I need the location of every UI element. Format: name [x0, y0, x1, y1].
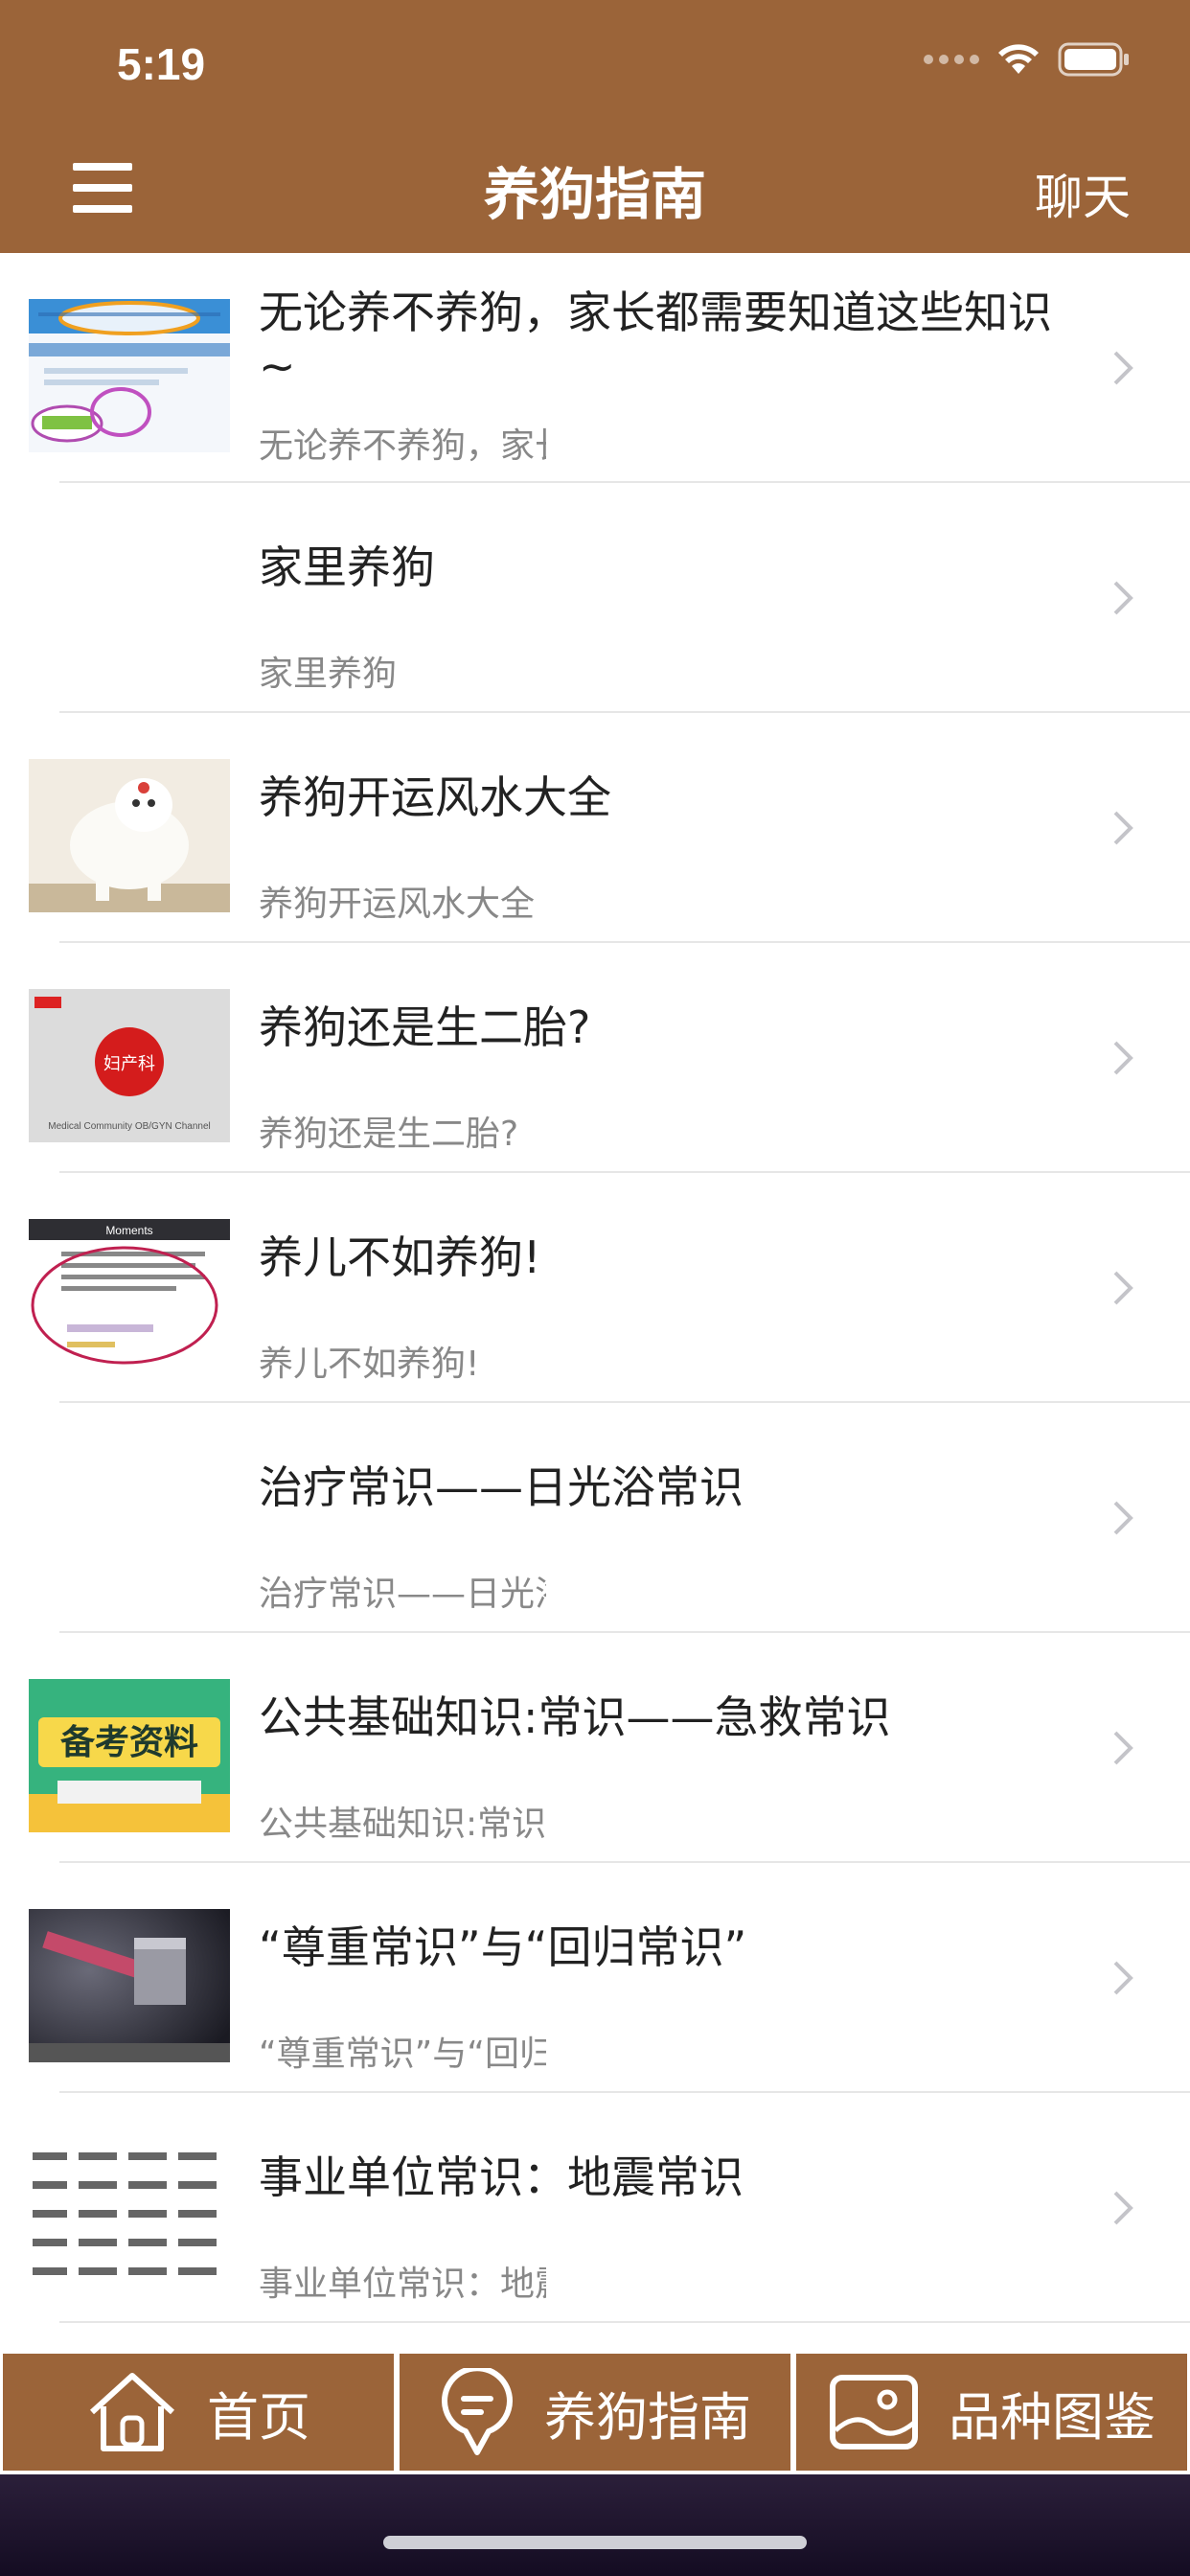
tab-bar: 首页 养狗指南 品种图鉴 — [0, 2350, 1190, 2474]
chevron-right-icon — [1113, 2191, 1133, 2225]
article-subtitle: 家里养狗 — [259, 655, 398, 694]
list-item[interactable]: 备考资料 公共基础知识:常识——急救常识 公共基础知识:常识 — [0, 1633, 1190, 1863]
cellular-signal-icon — [924, 55, 979, 64]
list-item[interactable]: 养狗开运风水大全 养狗开运风水大全 — [0, 713, 1190, 943]
chevron-right-icon — [1113, 1501, 1133, 1535]
chevron-right-icon — [1113, 811, 1133, 845]
tab-home[interactable]: 首页 — [3, 2354, 394, 2471]
article-title: 养狗开运风水大全 — [259, 771, 611, 823]
list-item[interactable]: 事业单位常识：地震常识 事业单位常识：地震 — [0, 2093, 1190, 2323]
home-indicator[interactable] — [383, 2536, 807, 2549]
status-indicators — [924, 42, 1131, 77]
list-item[interactable]: 无论养不养狗，家长都需要知道这些知识~ 无论养不养狗，家长 — [0, 253, 1190, 483]
article-thumbnail: 备考资料 — [29, 1679, 230, 1832]
article-title: 养狗还是生二胎? — [259, 1001, 591, 1053]
article-subtitle: 养狗开运风水大全 — [259, 885, 536, 924]
guide-pin-icon — [442, 2368, 513, 2455]
moments-header: Moments — [105, 1224, 152, 1237]
chevron-right-icon — [1113, 581, 1133, 615]
article-thumbnail — [29, 2139, 230, 2292]
article-subtitle: “尊重常识”与“回归 — [259, 2035, 546, 2074]
article-thumbnail: 妇产科 Medical Community OB/GYN Channel — [29, 989, 230, 1142]
medical-logo-text: 妇产科 — [103, 1054, 155, 1074]
home-indicator-area — [0, 2474, 1190, 2576]
article-title: 事业单位常识：地震常识 — [259, 2151, 744, 2203]
tab-guide[interactable]: 养狗指南 — [400, 2354, 790, 2471]
article-title: 公共基础知识:常识——急救常识 — [259, 1691, 891, 1743]
battery-icon — [1058, 42, 1131, 77]
list-item[interactable]: “尊重常识”与“回归常识” “尊重常识”与“回归 — [0, 1863, 1190, 2093]
chevron-right-icon — [1113, 351, 1133, 385]
article-thumbnail — [29, 1909, 230, 2062]
tab-label: 养狗指南 — [544, 2386, 751, 2448]
article-list: 无论养不养狗，家长都需要知道这些知识~ 无论养不养狗，家长 家里养狗 家里养狗 — [0, 253, 1190, 2323]
article-title: 养儿不如养狗! — [259, 1231, 541, 1283]
article-subtitle: 养狗还是生二胎? — [259, 1115, 519, 1154]
article-title: 无论养不养狗，家长都需要知道这些知识~ — [259, 287, 1052, 392]
article-thumbnail — [29, 759, 230, 912]
tab-breeds[interactable]: 品种图鉴 — [796, 2354, 1187, 2471]
top-bar: 5:19 养狗指南 聊天 — [0, 0, 1190, 253]
list-item[interactable]: 家里养狗 家里养狗 — [0, 483, 1190, 713]
picture-icon — [830, 2375, 918, 2450]
article-subtitle: 养儿不如养狗! — [259, 1345, 480, 1384]
tab-label: 品种图鉴 — [949, 2386, 1156, 2448]
article-subtitle: 无论养不养狗，家长 — [259, 426, 546, 466]
chevron-right-icon — [1113, 1271, 1133, 1305]
chevron-right-icon — [1113, 1731, 1133, 1765]
article-title: 治疗常识——日光浴常识 — [259, 1461, 744, 1513]
wifi-icon — [996, 43, 1041, 76]
article-subtitle: 公共基础知识:常识 — [259, 1805, 546, 1844]
list-item[interactable]: Moments 养儿不如养狗! 养儿不如养狗! — [0, 1173, 1190, 1403]
article-title: “尊重常识”与“回归常识” — [259, 1921, 747, 1973]
chevron-right-icon — [1113, 1961, 1133, 1995]
article-thumbnail: Moments — [29, 1219, 230, 1372]
home-icon — [89, 2373, 175, 2451]
article-thumbnail — [29, 299, 230, 452]
status-time: 5:19 — [117, 39, 206, 89]
tab-label: 首页 — [207, 2386, 310, 2448]
list-item[interactable]: 治疗常识——日光浴常识 治疗常识——日光浴 — [0, 1403, 1190, 1633]
page-title: 养狗指南 — [483, 162, 706, 227]
chat-button[interactable]: 聊天 — [1035, 159, 1131, 228]
chevron-right-icon — [1113, 1041, 1133, 1075]
exam-banner-text: 备考资料 — [60, 1723, 198, 1762]
article-subtitle: 事业单位常识：地震 — [259, 2265, 546, 2304]
medical-caption: Medical Community OB/GYN Channel — [48, 1121, 211, 1132]
article-subtitle: 治疗常识——日光浴 — [259, 1575, 546, 1614]
article-title: 家里养狗 — [259, 541, 435, 593]
list-item[interactable]: 妇产科 Medical Community OB/GYN Channel 养狗还… — [0, 943, 1190, 1173]
